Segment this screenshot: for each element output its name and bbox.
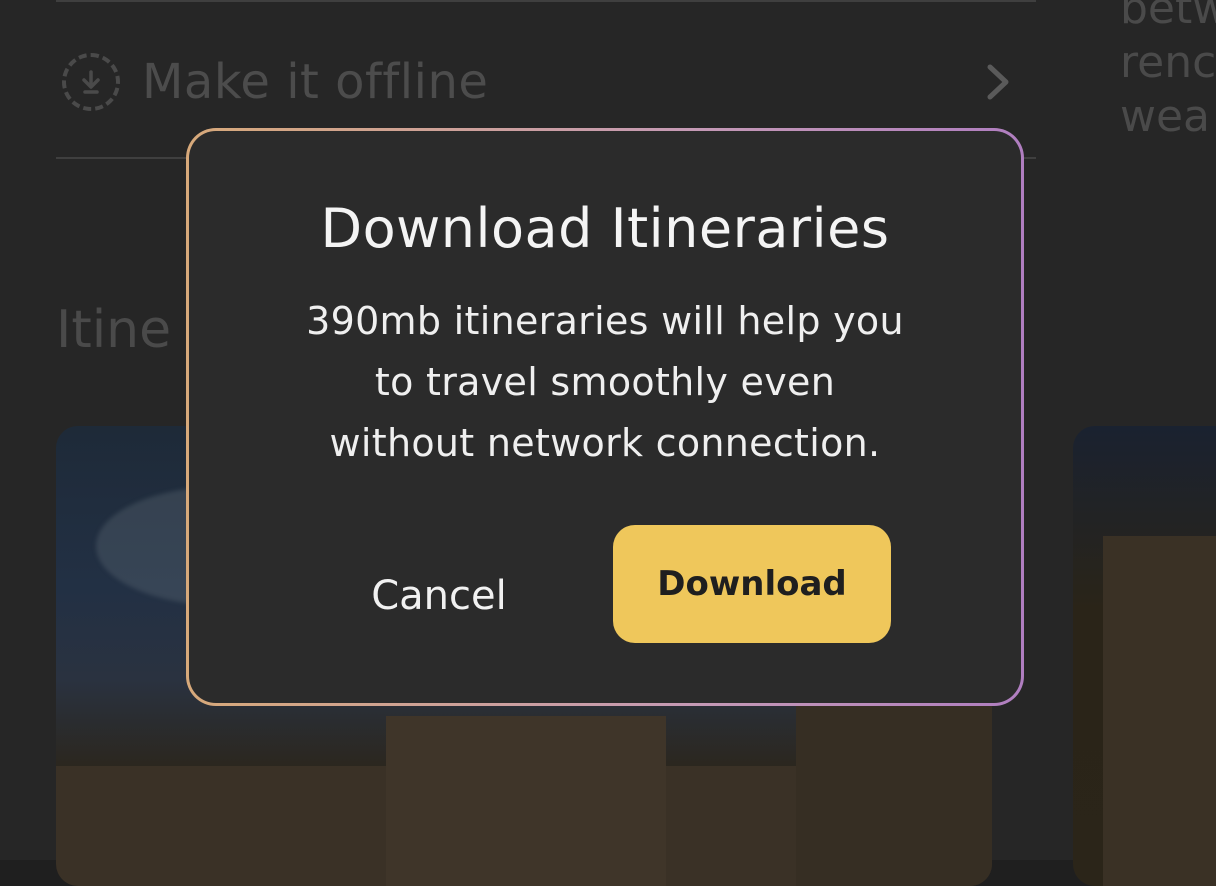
- dialog-message-line: without network connection.: [329, 421, 881, 465]
- temple-silhouette: [386, 716, 666, 886]
- itinerary-card-image-side[interactable]: [1073, 426, 1216, 886]
- right-partial-line: wea: [1120, 91, 1211, 142]
- temple-silhouette: [796, 686, 992, 886]
- dialog-panel: Download Itineraries 390mb itineraries w…: [189, 131, 1021, 703]
- make-offline-label: Make it offline: [142, 54, 489, 110]
- chevron-right-icon: [987, 64, 1009, 100]
- right-partial-line: renc: [1120, 37, 1216, 88]
- dialog-message-line: 390mb itineraries will help you: [306, 299, 904, 343]
- make-offline-row[interactable]: Make it offline: [56, 40, 1036, 124]
- dialog-message-line: to travel smoothly even: [374, 360, 836, 404]
- download-button[interactable]: Download: [613, 525, 891, 643]
- right-partial-line: betw: [1120, 0, 1216, 34]
- download-circle-icon: [62, 53, 120, 111]
- divider-top: [56, 0, 1036, 2]
- cancel-button[interactable]: Cancel: [309, 551, 569, 641]
- temple-silhouette: [1103, 536, 1216, 886]
- download-dialog: Download Itineraries 390mb itineraries w…: [186, 128, 1024, 706]
- itineraries-section-heading: Itine: [56, 300, 172, 360]
- right-column-partial-text: betw renc wea: [1120, 0, 1216, 144]
- dialog-title: Download Itineraries: [320, 197, 890, 260]
- dialog-message: 390mb itineraries will help you to trave…: [219, 291, 991, 474]
